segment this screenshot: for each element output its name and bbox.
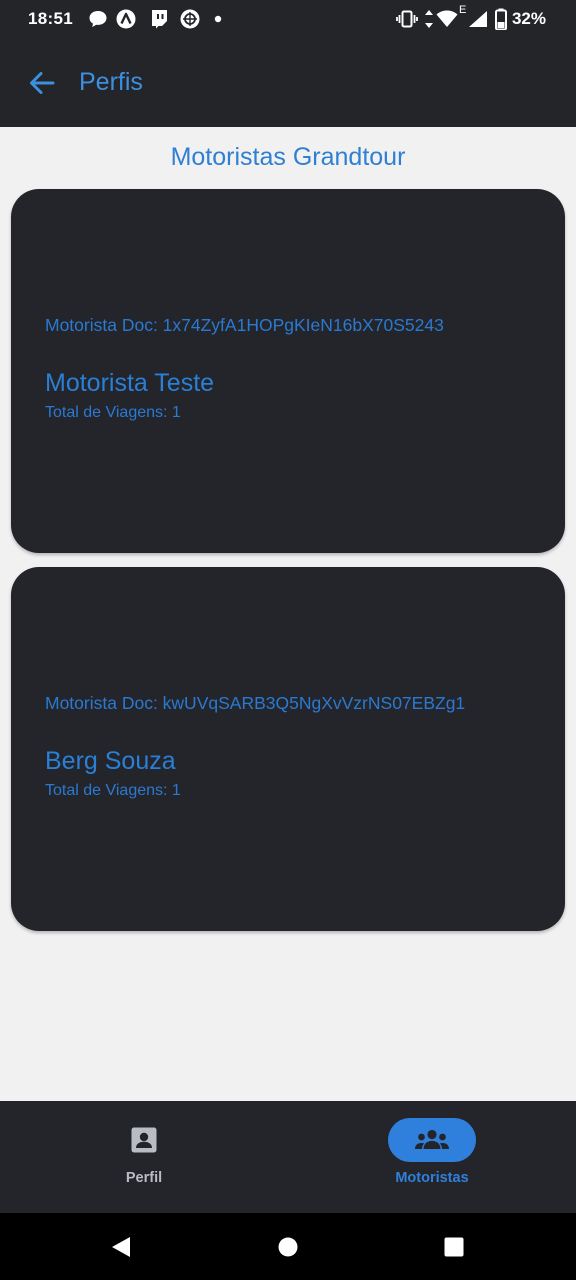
nav-item-perfil[interactable]: Perfil [0, 1101, 288, 1213]
recents-square-icon[interactable] [444, 1237, 464, 1257]
home-circle-icon[interactable] [278, 1237, 298, 1257]
network-type-label: E [459, 4, 467, 16]
driver-trip-count: Total de Viagens: 1 [45, 782, 181, 799]
driver-name: Motorista Teste [45, 369, 215, 397]
bottom-navigation: Perfil Motoristas [0, 1101, 576, 1213]
system-navigation-bar [0, 1213, 576, 1280]
system-status-icons: E [0, 0, 576, 40]
driver-doc: Motorista Doc: 1x74ZyfA1HOPgKIeN16bX70S5… [45, 315, 444, 335]
contact-card-icon [131, 1127, 157, 1153]
group-icon [415, 1129, 449, 1149]
nav-item-motoristas[interactable]: Motoristas [288, 1101, 576, 1213]
back-triangle-icon[interactable] [110, 1236, 132, 1258]
driver-doc: Motorista Doc: kwUVqSARB3Q5NgXvVzrNS07EB… [45, 693, 466, 713]
battery-percentage: 32% [511, 9, 546, 28]
driver-trip-count: Total de Viagens: 1 [45, 404, 181, 421]
page-title: Perfis [79, 68, 143, 96]
app-bar: Perfis [0, 40, 576, 127]
nav-icon-container-active [388, 1118, 476, 1162]
nav-label-perfil: Perfil [125, 1170, 163, 1186]
signal-icon [469, 11, 487, 27]
vibrate-icon [396, 10, 418, 28]
status-bar: 18:51 E 32% [0, 0, 576, 40]
nav-label-motoristas: Motoristas [395, 1170, 469, 1186]
arrow-back-icon [30, 72, 55, 94]
data-arrows-icon [425, 10, 433, 28]
back-button[interactable] [24, 65, 60, 101]
battery-icon [495, 8, 507, 30]
driver-name: Berg Souza [45, 747, 176, 775]
driver-card[interactable]: Motorista Doc: 1x74ZyfA1HOPgKIeN16bX70S5… [11, 189, 565, 553]
nav-icon-container [100, 1118, 188, 1162]
wifi-icon [436, 10, 458, 27]
driver-card[interactable]: Motorista Doc: kwUVqSARB3Q5NgXvVzrNS07EB… [11, 567, 565, 931]
section-title: Motoristas Grandtour [170, 143, 406, 171]
